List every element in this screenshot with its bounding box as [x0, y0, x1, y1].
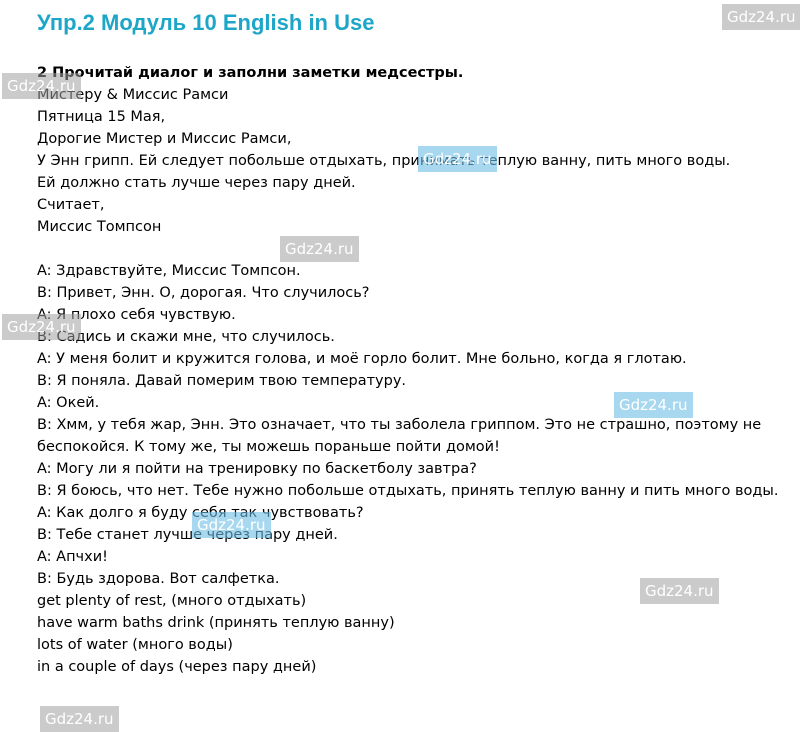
- dialogue-line: A: Могу ли я пойти на тренировку по баск…: [37, 461, 477, 477]
- note-line: Пятница 15 Мая,: [37, 109, 166, 125]
- dialogue-line: A: Я плохо себя чувствую.: [37, 307, 236, 323]
- watermark: Gdz24.ru: [192, 512, 271, 538]
- watermark: Gdz24.ru: [2, 73, 81, 99]
- watermark: Gdz24.ru: [418, 146, 497, 172]
- note-line: Ей должно стать лучше через пару дней.: [37, 175, 356, 191]
- dialogue-line: A: У меня болит и кружится голова, и моё…: [37, 351, 687, 367]
- note-line: У Энн грипп. Ей следует побольше отдыхат…: [37, 153, 731, 169]
- dialogue-line: B: Хмм, у тебя жар, Энн. Это означает, ч…: [37, 417, 762, 455]
- vocab-item: have warm baths drink (принять теплую ва…: [37, 615, 395, 631]
- watermark: Gdz24.ru: [640, 578, 719, 604]
- vocab-item: lots of water (много воды): [37, 637, 233, 653]
- dialogue-line: A: Апчхи!: [37, 549, 108, 565]
- note-line: Мистеру & Миссис Рамси: [37, 87, 229, 103]
- vocab-item: in a couple of days (через пару дней): [37, 659, 317, 675]
- note-line: Считает,: [37, 197, 105, 213]
- note-line: Миссис Томпсон: [37, 219, 162, 235]
- watermark: Gdz24.ru: [2, 314, 81, 340]
- watermark: Gdz24.ru: [280, 236, 359, 262]
- dialogue-line: B: Садись и скажи мне, что случилось.: [37, 329, 335, 345]
- watermark: Gdz24.ru: [722, 4, 800, 30]
- exercise-heading: 2 Прочитай диалог и заполни заметки медс…: [37, 65, 464, 81]
- dialogue: A: Здравствуйте, Миссис Томпсон. B: Прив…: [37, 260, 782, 590]
- dialogue-line: B: Я боюсь, что нет. Тебе нужно побольше…: [37, 483, 779, 499]
- dialogue-line: B: Тебе станет лучше через пару дней.: [37, 527, 338, 543]
- dialogue-line: A: Как долго я буду себя так чувствовать…: [37, 505, 364, 521]
- watermark: Gdz24.ru: [40, 706, 119, 732]
- dialogue-line: B: Привет, Энн. О, дорогая. Что случилос…: [37, 285, 370, 301]
- nurse-note: Мистеру & Миссис Рамси Пятница 15 Мая, Д…: [37, 84, 782, 238]
- note-line: Дорогие Мистер и Миссис Рамси,: [37, 131, 292, 147]
- dialogue-line: A: Здравствуйте, Миссис Томпсон.: [37, 263, 301, 279]
- watermark: Gdz24.ru: [614, 392, 693, 418]
- dialogue-line: B: Я поняла. Давай померим твою температ…: [37, 373, 407, 389]
- page-title: Упр.2 Модуль 10 English in Use: [37, 10, 375, 35]
